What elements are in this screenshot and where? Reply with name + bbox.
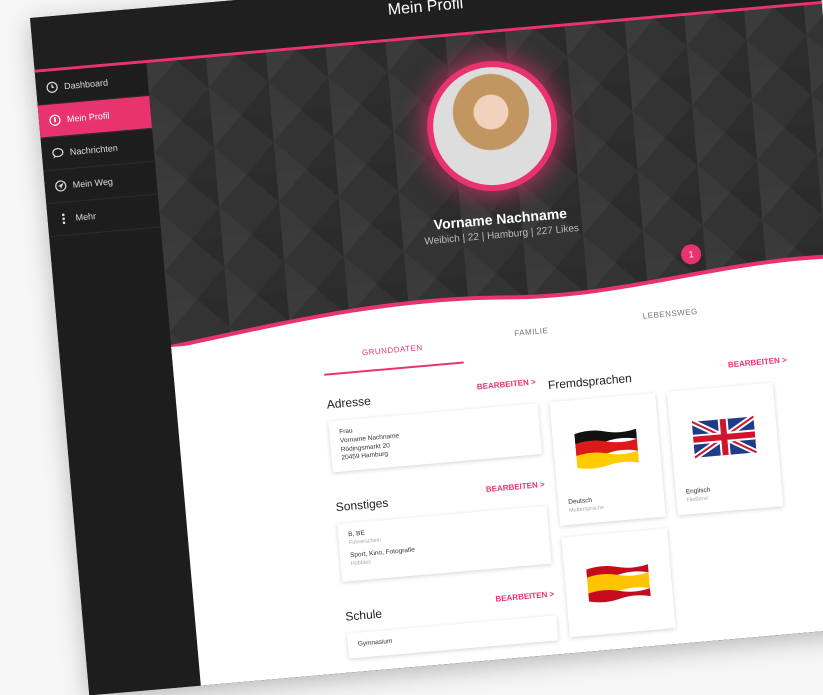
profile-details-column: Adresse BEARBEITEN > Frau Vorname Nachna… xyxy=(326,377,560,684)
edit-address-button[interactable]: BEARBEITEN > xyxy=(477,377,536,391)
language-card-deutsch[interactable]: Deutsch Muttersprache xyxy=(549,392,666,526)
address-section: Adresse BEARBEITEN > Frau Vorname Nachna… xyxy=(326,377,542,473)
more-icon xyxy=(57,212,70,225)
language-level: Muttersprache xyxy=(568,504,605,514)
tab-label: GRUNDDATEN xyxy=(361,343,424,358)
uk-flag-icon xyxy=(691,414,757,460)
language-name: Deutsch xyxy=(567,496,593,506)
section-title: Sonstiges xyxy=(335,495,389,515)
tab-underline xyxy=(324,361,464,376)
language-level: Fließend xyxy=(686,495,709,504)
language-card-englisch[interactable]: Englisch Fließend xyxy=(667,382,784,516)
profile-content: GRUNDDATEN FAMILIE LEBENSWEG Adresse BEA… xyxy=(171,287,823,686)
sidebar-item-label: Mehr xyxy=(75,211,97,223)
navigation-icon xyxy=(54,179,67,192)
edit-languages-button[interactable]: BEARBEITEN > xyxy=(728,355,787,369)
tab-grunddaten[interactable]: GRUNDDATEN xyxy=(322,340,464,376)
tab-label: LEBENSWEG xyxy=(642,306,699,321)
edit-other-button[interactable]: BEARBEITEN > xyxy=(486,480,545,494)
tab-familie[interactable]: FAMILIE xyxy=(461,321,601,342)
sidebar-item-label: Dashboard xyxy=(63,77,109,92)
avatar[interactable] xyxy=(428,62,557,191)
other-section: Sonstiges BEARBEITEN > B, BE Führerschei… xyxy=(335,480,552,583)
school-section: Schule BEARBEITEN > Gymnasium xyxy=(345,590,559,659)
clock-icon xyxy=(46,81,59,94)
section-title: Schule xyxy=(344,607,383,625)
chat-icon xyxy=(51,147,64,160)
address-card: Frau Vorname Nachname Rödingsmarkt 20 20… xyxy=(328,403,542,473)
sidebar-item-label: Mein Profil xyxy=(66,110,110,125)
app-window: Mein Profil Dashboard Mein Profil Nachri… xyxy=(30,0,823,695)
tab-label: FAMILIE xyxy=(513,326,549,338)
sidebar-item-label: Mein Weg xyxy=(72,176,114,190)
tablet-screenshot: Mein Profil Dashboard Mein Profil Nachri… xyxy=(30,0,823,695)
other-card: B, BE Führerschein Sport, Kino, Fotograf… xyxy=(337,505,552,583)
language-name: Englisch xyxy=(685,486,711,496)
section-title: Adresse xyxy=(326,393,372,412)
field-value: Gymnasium xyxy=(357,638,393,649)
edit-school-button[interactable]: BEARBEITEN > xyxy=(495,590,554,604)
section-title: Fremdsprachen xyxy=(547,370,633,393)
language-card-spanish[interactable] xyxy=(561,528,676,638)
avatar-ring xyxy=(421,55,563,197)
spain-flag-icon xyxy=(586,564,651,603)
profile-icon xyxy=(49,114,62,127)
germany-flag-icon xyxy=(574,428,640,469)
languages-column: Fremdsprachen BEARBEITEN > Deutsch Mutte… xyxy=(547,355,788,638)
sidebar-item-label: Nachrichten xyxy=(69,142,119,158)
